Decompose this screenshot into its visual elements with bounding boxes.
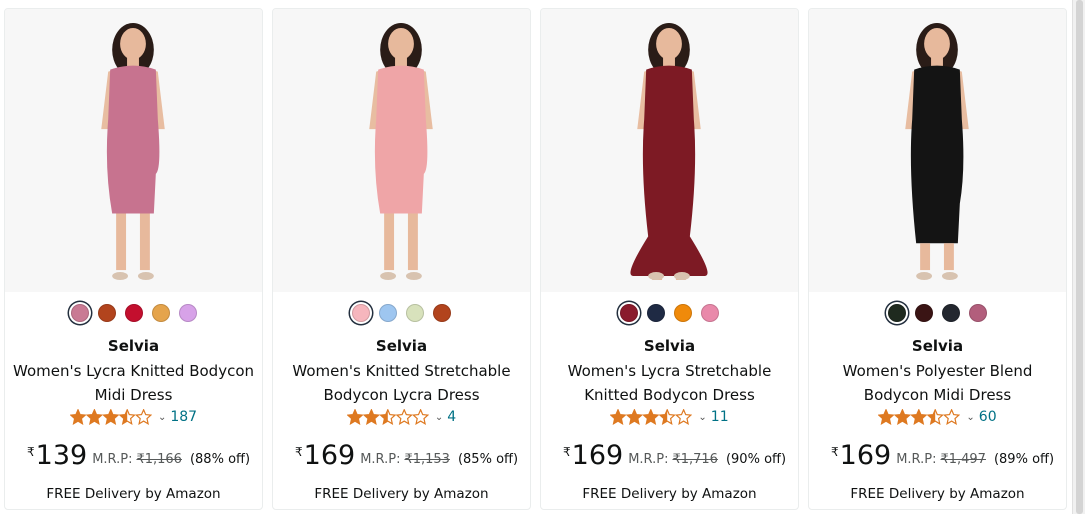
color-swatch[interactable] — [647, 304, 665, 322]
mrp-value: ₹1,497 — [940, 452, 986, 467]
currency-symbol: ₹ — [563, 445, 571, 459]
scrollbar-thumb[interactable] — [1076, 0, 1083, 514]
product-title-link[interactable]: Women's Lycra Knitted Bodycon Midi Dress — [13, 359, 254, 407]
discount-text: (89% off) — [993, 452, 1055, 467]
color-swatch[interactable] — [433, 304, 451, 322]
currency-symbol: ₹ — [831, 445, 839, 459]
delivery-text: FREE Delivery by Amazon — [46, 486, 221, 502]
delivery-text: FREE Delivery by Amazon — [314, 486, 489, 502]
price-row: ₹ 139 M.R.P: ₹1,166 (88% off) — [27, 441, 254, 471]
color-swatch[interactable] — [406, 304, 424, 322]
delivery-text: FREE Delivery by Amazon — [850, 486, 1025, 502]
color-swatches — [5, 304, 262, 322]
color-swatch[interactable] — [70, 304, 89, 322]
price-row: ₹ 169 M.R.P: ₹1,497 (89% off) — [831, 441, 1058, 471]
review-count-link[interactable]: 11 — [711, 409, 729, 425]
product-card[interactable]: Selvia Women's Lycra Knitted Bodycon Mid… — [4, 8, 263, 510]
product-title-link[interactable]: Women's Polyester Blend Bodycon Midi Dre… — [817, 359, 1058, 407]
price-row: ₹ 169 M.R.P: ₹1,153 (85% off) — [295, 441, 522, 471]
mrp-value: ₹1,716 — [672, 452, 718, 467]
mrp-label: M.R.P: — [360, 452, 401, 467]
review-count-link[interactable]: 187 — [170, 409, 197, 425]
currency-symbol: ₹ — [295, 445, 303, 459]
product-title-link[interactable]: Women's Knitted Stretchable Bodycon Lycr… — [281, 359, 522, 407]
product-title-link[interactable]: Women's Lycra Stretchable Knitted Bodyco… — [549, 359, 790, 407]
brand-name: Selvia — [375, 337, 428, 355]
star-rating-icon[interactable] — [69, 409, 152, 425]
price-value: 169 — [571, 440, 624, 471]
color-swatch[interactable] — [151, 304, 170, 322]
price-value: 169 — [839, 440, 892, 471]
light-pink-flutter-sleeve-dress-image[interactable] — [273, 9, 530, 292]
currency-symbol: ₹ — [27, 445, 35, 459]
black-puff-sleeve-ruched-dress-image[interactable] — [809, 9, 1066, 292]
color-swatch[interactable] — [178, 304, 197, 322]
color-swatch[interactable] — [701, 304, 719, 322]
color-swatch[interactable] — [97, 304, 116, 322]
rating-row: ⌄ 187 — [5, 409, 262, 425]
maroon-ruffle-mermaid-dress-image[interactable] — [541, 9, 798, 292]
vertical-scrollbar[interactable] — [1072, 0, 1085, 514]
rating-row: ⌄ 60 — [809, 409, 1066, 425]
star-rating-icon[interactable] — [878, 409, 961, 425]
mrp-label: M.R.P: — [896, 452, 937, 467]
product-card[interactable]: Selvia Women's Polyester Blend Bodycon M… — [808, 8, 1067, 510]
delivery-text: FREE Delivery by Amazon — [582, 486, 757, 502]
star-rating-icon[interactable] — [610, 409, 693, 425]
discount-text: (85% off) — [457, 452, 519, 467]
color-swatches — [809, 304, 1066, 322]
chevron-down-icon[interactable]: ⌄ — [435, 412, 443, 423]
color-swatches — [273, 304, 530, 322]
color-swatch[interactable] — [674, 304, 692, 322]
discount-text: (88% off) — [189, 452, 251, 467]
color-swatch[interactable] — [379, 304, 397, 322]
color-swatch[interactable] — [915, 304, 933, 322]
color-swatch[interactable] — [888, 304, 906, 322]
brand-name: Selvia — [911, 337, 964, 355]
discount-text: (90% off) — [725, 452, 787, 467]
rating-row: ⌄ 11 — [541, 409, 798, 425]
color-swatch[interactable] — [942, 304, 960, 322]
review-count-link[interactable]: 4 — [447, 409, 456, 425]
color-swatch[interactable] — [124, 304, 143, 322]
color-swatch[interactable] — [969, 304, 987, 322]
product-card[interactable]: Selvia Women's Lycra Stretchable Knitted… — [540, 8, 799, 510]
pink-off-shoulder-bodycon-dress-image[interactable] — [5, 9, 262, 292]
product-card[interactable]: Selvia Women's Knitted Stretchable Bodyc… — [272, 8, 531, 510]
mrp-label: M.R.P: — [628, 452, 669, 467]
chevron-down-icon[interactable]: ⌄ — [158, 412, 166, 423]
review-count-link[interactable]: 60 — [979, 409, 997, 425]
color-swatch[interactable] — [352, 304, 370, 322]
brand-name: Selvia — [643, 337, 696, 355]
price-row: ₹ 169 M.R.P: ₹1,716 (90% off) — [563, 441, 790, 471]
chevron-down-icon[interactable]: ⌄ — [698, 412, 706, 423]
price-value: 169 — [303, 440, 356, 471]
mrp-value: ₹1,166 — [136, 452, 182, 467]
color-swatches — [541, 304, 798, 322]
mrp-label: M.R.P: — [92, 452, 133, 467]
chevron-down-icon[interactable]: ⌄ — [966, 412, 974, 423]
product-grid: Selvia Women's Lycra Knitted Bodycon Mid… — [4, 8, 1068, 510]
rating-row: ⌄ 4 — [273, 409, 530, 425]
color-swatch[interactable] — [620, 304, 638, 322]
brand-name: Selvia — [107, 337, 160, 355]
star-rating-icon[interactable] — [346, 409, 429, 425]
mrp-value: ₹1,153 — [404, 452, 450, 467]
price-value: 139 — [35, 440, 88, 471]
